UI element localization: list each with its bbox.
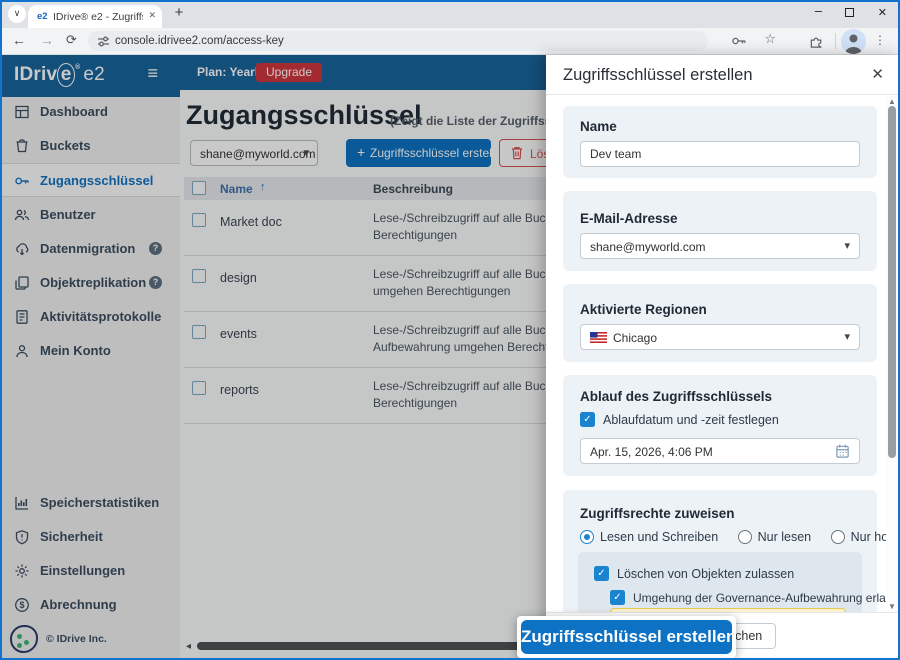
tab-strip: ∨ e2 IDrive® e2 - Zugriffs- und Geh ✕ + … xyxy=(0,0,900,28)
forward-button[interactable]: → xyxy=(40,32,54,48)
create-access-key-cta-button[interactable]: Zugriffsschlüssel erstellen xyxy=(521,620,732,654)
radio-icon xyxy=(831,530,845,544)
name-input[interactable] xyxy=(580,141,860,167)
profile-avatar[interactable] xyxy=(841,29,866,54)
password-key-icon[interactable] xyxy=(731,34,747,48)
site-favicon: e2 xyxy=(37,11,48,22)
chevron-down-icon: ∨ xyxy=(14,8,21,18)
chevron-down-icon: ▾ xyxy=(844,239,850,252)
scroll-down-icon[interactable]: ▼ xyxy=(888,602,896,611)
address-bar[interactable]: console.idrivee2.com/access-key xyxy=(88,31,708,51)
email-section: E-Mail-Adresse shane@myworld.com ▾ xyxy=(563,191,877,271)
us-flag-icon xyxy=(590,332,607,343)
tab-search-button[interactable]: ∨ xyxy=(8,5,26,23)
toolbar-divider xyxy=(835,33,836,49)
permissions-section: Zugriffsrechte zuweisen Lesen und Schrei… xyxy=(563,490,877,612)
expiry-checkbox[interactable]: ✓ xyxy=(580,412,595,427)
maximize-button[interactable] xyxy=(845,8,854,17)
extensions-icon[interactable] xyxy=(809,34,824,49)
browser-window: ∨ e2 IDrive® e2 - Zugriffs- und Geh ✕ + … xyxy=(0,0,900,660)
scrollbar-thumb[interactable] xyxy=(888,106,896,458)
chevron-down-icon: ▾ xyxy=(844,330,850,343)
tab-close-icon[interactable]: ✕ xyxy=(148,10,156,21)
expiry-section: Ablauf des Zugriffsschlüssels ✓ Ablaufda… xyxy=(563,375,877,476)
scroll-up-icon[interactable]: ▲ xyxy=(888,97,896,106)
browser-menu-icon[interactable]: ⋮ xyxy=(874,33,886,47)
drawer-title: Zugriffsschlüssel erstellen xyxy=(563,66,753,85)
web-page: IDrive®e2 ≡ Dashboard Buckets Zugangssch… xyxy=(0,55,900,660)
create-access-key-drawer: Zugriffsschlüssel erstellen ✕ Name E-Mai… xyxy=(546,55,900,660)
magnified-button-callout: Zugriffsschlüssel erstellen xyxy=(517,616,736,658)
radio-read-only[interactable]: Nur lesen xyxy=(738,530,812,544)
drawer-body: Name E-Mail-Adresse shane@myworld.com ▾ … xyxy=(546,96,886,612)
governance-bypass-checkbox[interactable]: ✓ xyxy=(610,590,625,605)
allow-delete-checkbox[interactable]: ✓ xyxy=(594,566,609,581)
url-text: console.idrivee2.com/access-key xyxy=(115,35,284,47)
browser-toolbar: ← → ⟳ console.idrivee2.com/access-key ☆ … xyxy=(0,28,900,55)
drawer-header: Zugriffsschlüssel erstellen ✕ xyxy=(546,55,900,95)
expiry-date-input[interactable]: Apr. 15, 2026, 4:06 PM xyxy=(580,438,860,464)
permission-radios: Lesen und Schreiben Nur lesen Nur hochla… xyxy=(580,530,870,544)
radio-read-write[interactable]: Lesen und Schreiben xyxy=(580,530,718,544)
email-dropdown[interactable]: shane@myworld.com ▾ xyxy=(580,233,860,259)
radio-upload-only[interactable]: Nur hochladen xyxy=(831,530,886,544)
back-button[interactable]: ← xyxy=(12,32,26,48)
radio-selected-icon xyxy=(580,530,594,544)
drawer-scrollbar[interactable]: ▲ ▼ xyxy=(886,96,899,612)
calendar-icon xyxy=(835,443,850,459)
new-tab-button[interactable]: + xyxy=(170,4,188,22)
close-window-button[interactable]: ✕ xyxy=(878,6,887,19)
site-settings-icon[interactable] xyxy=(97,35,110,48)
bookmark-star-icon[interactable]: ☆ xyxy=(764,31,776,47)
tab-title: IDrive® e2 - Zugriffs- und Geh xyxy=(53,11,143,23)
radio-icon xyxy=(738,530,752,544)
reload-button[interactable]: ⟳ xyxy=(66,32,77,48)
name-section: Name xyxy=(563,106,877,178)
region-section: Aktivierte Regionen Chicago ▾ xyxy=(563,284,877,362)
close-icon[interactable]: ✕ xyxy=(871,65,884,83)
minimize-button[interactable]: – xyxy=(815,3,822,18)
browser-tab[interactable]: e2 IDrive® e2 - Zugriffs- und Geh ✕ xyxy=(28,5,162,28)
region-dropdown[interactable]: Chicago ▾ xyxy=(580,324,860,350)
delete-permissions-box: ✓ Löschen von Objekten zulassen ✓ Umgehu… xyxy=(578,552,862,612)
